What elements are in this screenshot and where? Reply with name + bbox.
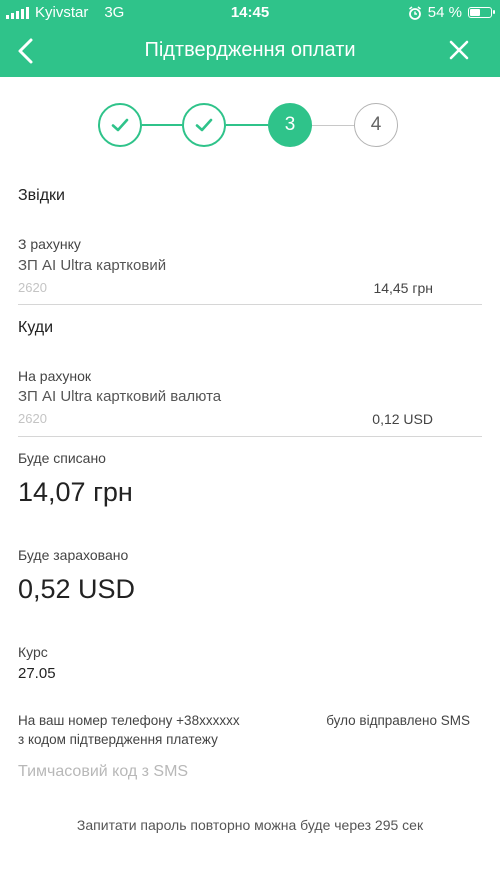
rate-value: 27.05 <box>18 665 56 682</box>
rate-label: Курс <box>18 644 48 660</box>
close-icon[interactable] <box>444 35 474 65</box>
step-2-done <box>182 103 226 147</box>
step-3-active: 3 <box>268 103 312 147</box>
resend-timer-text: Запитати пароль повторно можна буде чере… <box>76 817 424 833</box>
from-account-number: 2620 <box>18 280 47 295</box>
sms-info-text: На ваш номер телефону +38xxxxxx <box>18 713 240 728</box>
divider <box>18 436 482 437</box>
stepper-connector <box>142 124 182 126</box>
alarm-icon <box>408 5 421 20</box>
status-bar: Kyivstar 3G 14:45 54 % <box>0 0 500 26</box>
to-account-balance: 0,12 USD <box>372 411 433 427</box>
progress-stepper: 3 4 <box>98 101 400 151</box>
from-account-label: З рахунку <box>18 236 81 252</box>
to-account-number: 2620 <box>18 411 47 426</box>
from-section-title: Звідки <box>18 187 65 204</box>
divider <box>18 304 482 305</box>
page-title: Підтвердження оплати <box>144 39 356 61</box>
to-account-label: На рахунок <box>18 368 92 384</box>
credit-label: Буде зараховано <box>18 547 129 563</box>
stepper-connector <box>312 125 354 126</box>
from-account-name[interactable]: ЗП AI Ultra картковий <box>18 257 166 274</box>
step-1-done <box>98 103 142 147</box>
sms-code-input[interactable] <box>18 758 482 786</box>
to-account-name[interactable]: ЗП AI Ultra картковий валюта <box>18 388 221 405</box>
sms-info-text-line2: з кодом підтвердження платежу <box>18 732 218 747</box>
check-icon <box>111 118 129 132</box>
battery-icon <box>468 7 495 18</box>
step-4: 4 <box>354 103 398 147</box>
to-section-title: Куди <box>18 319 54 336</box>
stepper-connector <box>226 124 268 126</box>
nav-bar: Підтвердження оплати <box>0 26 500 77</box>
header-bar: Kyivstar 3G 14:45 54 % Підтвердження опл… <box>0 0 500 77</box>
check-icon <box>195 118 213 132</box>
battery-percent: 54 % <box>427 4 462 21</box>
credit-amount: 0,52 USD <box>18 574 136 604</box>
debit-label: Буде списано <box>18 450 106 466</box>
sms-info-text-right: було відправлено SMS <box>326 713 470 728</box>
from-account-balance: 14,45 грн <box>373 280 433 296</box>
status-right: 54 % <box>408 4 495 21</box>
debit-amount: 14,07 грн <box>18 477 133 507</box>
